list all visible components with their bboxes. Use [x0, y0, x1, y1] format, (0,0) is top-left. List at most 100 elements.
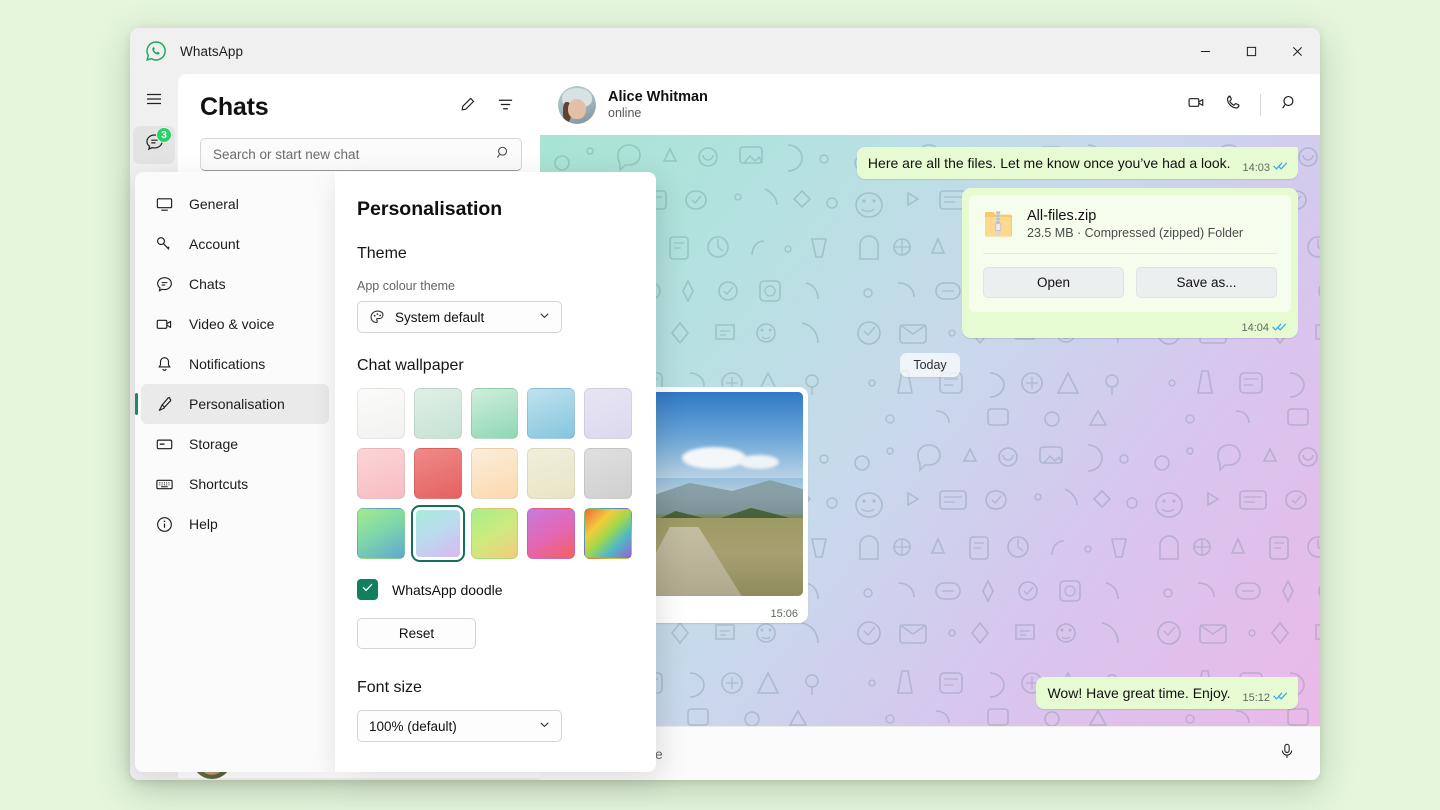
theme-section-heading: Theme [357, 245, 632, 263]
message-input[interactable] [560, 746, 1270, 762]
outgoing-text-bubble[interactable]: Wow! Have great time. Enjoy. 15:12 [1036, 677, 1298, 709]
settings-nav-label: Notifications [189, 356, 265, 372]
settings-nav-item-chats[interactable]: Chats [141, 264, 329, 304]
wallpaper-swatch-green-blue-gradient[interactable] [357, 508, 405, 559]
microphone-button[interactable] [1270, 737, 1304, 771]
message-time: 15:06 [770, 608, 798, 620]
chats-unread-badge: 3 [156, 127, 172, 143]
settings-nav-label: Chats [189, 276, 226, 292]
wallpaper-swatch-row [357, 508, 632, 559]
font-size-value: 100% (default) [369, 719, 457, 734]
wallpaper-swatch-green[interactable] [471, 388, 519, 439]
wallpaper-swatch-lavender[interactable] [584, 388, 632, 439]
filter-chats-button[interactable] [488, 90, 522, 124]
voice-call-icon [1223, 93, 1242, 117]
settings-nav-item-help[interactable]: Help [141, 504, 329, 544]
message-meta: 14:03 [1242, 161, 1288, 176]
settings-nav-item-video-voice[interactable]: Video & voice [141, 304, 329, 344]
settings-nav-item-notifications[interactable]: Notifications [141, 344, 329, 384]
chat-search-box[interactable] [200, 138, 522, 171]
wallpaper-swatch-blue[interactable] [527, 388, 575, 439]
message-list: Here are all the files. Let me know once… [540, 135, 1320, 726]
doodle-label: WhatsApp doodle [392, 582, 503, 598]
save-as-button[interactable]: Save as... [1136, 267, 1277, 298]
personalisation-settings-panel: Personalisation Theme App colour theme S… [335, 172, 656, 772]
paintbrush-icon [153, 395, 175, 414]
outgoing-file-bubble[interactable]: All-files.zip 23.5 MB · Compressed (zipp… [962, 188, 1298, 338]
settings-nav-item-account[interactable]: Account [141, 224, 329, 264]
whatsapp-doodle-row[interactable]: WhatsApp doodle [357, 579, 632, 600]
message-row: Wow! Have great time. Enjoy. 15:12 [562, 677, 1298, 709]
settings-nav-item-storage[interactable]: Storage [141, 424, 329, 464]
chat-wallpaper: Here are all the files. Let me know once… [540, 135, 1320, 726]
close-button[interactable] [1274, 28, 1320, 74]
zip-folder-icon [983, 207, 1013, 241]
wallpaper-swatch-green-yellow-gradient[interactable] [471, 508, 519, 559]
file-bubble-meta: 14:04 [969, 312, 1291, 334]
settings-nav-label: Storage [189, 436, 238, 452]
chat-list-title: Chats [200, 93, 268, 122]
open-file-button[interactable]: Open [983, 267, 1124, 298]
doodle-checkbox[interactable] [357, 579, 378, 600]
wallpaper-swatch-purple-red-gradient[interactable] [527, 508, 575, 559]
message-meta: 14:04 [1241, 322, 1287, 335]
contact-meta: Alice Whitman online [608, 89, 708, 120]
settings-nav-item-general[interactable]: General [141, 184, 329, 224]
file-subtitle: 23.5 MB · Compressed (zipped) Folder [1027, 226, 1243, 240]
hamburger-menu-icon [145, 90, 163, 113]
file-top: All-files.zip 23.5 MB · Compressed (zipp… [983, 207, 1277, 241]
voice-call-button[interactable] [1215, 88, 1249, 122]
checkmark-icon [361, 581, 374, 599]
wallpaper-swatch-peach[interactable] [471, 448, 519, 499]
video-call-icon [1187, 93, 1206, 117]
video-call-button[interactable] [1179, 88, 1213, 122]
chat-list-header: Chats [178, 74, 540, 128]
message-row: Here are all the files. Let me know once… [562, 147, 1298, 179]
read-receipt-icon [1273, 691, 1288, 706]
wallpaper-swatch-pink[interactable] [357, 448, 405, 499]
settings-nav-label: Video & voice [189, 316, 274, 332]
search-input[interactable] [213, 147, 496, 162]
title-bar: WhatsApp [130, 28, 1320, 74]
theme-field-label: App colour theme [357, 279, 632, 293]
file-actions: Open Save as... [983, 253, 1277, 312]
wallpaper-swatch-white[interactable] [357, 388, 405, 439]
settings-nav-item-personalisation[interactable]: Personalisation [141, 384, 329, 424]
hamburger-menu-button[interactable] [133, 82, 175, 120]
minimize-button[interactable] [1182, 28, 1228, 74]
contact-avatar[interactable] [558, 86, 596, 124]
wallpaper-swatch-pale-mint[interactable] [414, 388, 462, 439]
wallpaper-swatch-grid [357, 388, 632, 559]
wallpaper-swatch-cream[interactable] [527, 448, 575, 499]
chat-search-wrapper [178, 128, 540, 171]
app-colour-theme-select[interactable]: System default [357, 301, 562, 333]
message-time: 14:03 [1242, 161, 1270, 176]
wallpaper-swatch-red[interactable] [414, 448, 462, 499]
theme-value: System default [395, 310, 484, 325]
search-in-chat-button[interactable] [1272, 88, 1306, 122]
wallpaper-swatch-row [357, 388, 632, 439]
key-icon [153, 235, 175, 254]
rail-item-chats[interactable]: 3 [133, 126, 175, 164]
conversation-pane: Alice Whitman online [540, 74, 1320, 780]
wallpaper-swatch-teal-purple-gradient[interactable] [414, 508, 462, 559]
day-divider-row: Today [562, 353, 1298, 377]
wallpaper-swatch-row [357, 448, 632, 499]
chat-bubble-icon [153, 275, 175, 294]
settings-nav-item-shortcuts[interactable]: Shortcuts [141, 464, 329, 504]
wallpaper-swatch-rainbow-gradient[interactable] [584, 508, 632, 559]
message-text: Wow! Have great time. Enjoy. [1047, 685, 1230, 701]
outgoing-text-bubble[interactable]: Here are all the files. Let me know once… [857, 147, 1298, 179]
font-size-select[interactable]: 100% (default) [357, 710, 562, 742]
font-size-section-heading: Font size [357, 679, 632, 697]
contact-status: online [608, 106, 708, 120]
new-chat-button[interactable] [450, 90, 484, 124]
wallpaper-section-heading: Chat wallpaper [357, 357, 632, 375]
maximize-button[interactable] [1228, 28, 1274, 74]
wallpaper-swatch-grey[interactable] [584, 448, 632, 499]
monitor-icon [153, 195, 175, 214]
file-card: All-files.zip 23.5 MB · Compressed (zipp… [969, 195, 1291, 312]
conversation-header: Alice Whitman online [540, 74, 1320, 135]
reset-wallpaper-button[interactable]: Reset [357, 618, 476, 649]
chevron-down-icon [538, 718, 551, 734]
